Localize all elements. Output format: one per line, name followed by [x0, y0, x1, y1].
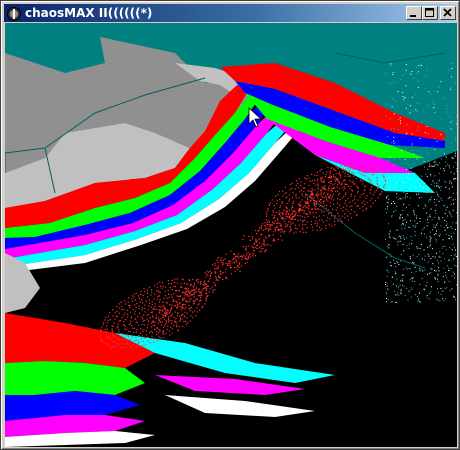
- title-bar[interactable]: chaosMAX II((((((*): [4, 4, 456, 22]
- minimize-icon: [410, 15, 416, 17]
- chaosmax-app-icon[interactable]: [7, 6, 21, 21]
- fractal-image: [5, 23, 457, 447]
- maximize-button[interactable]: [422, 6, 438, 20]
- close-icon: [443, 8, 452, 17]
- main-window: chaosMAX II((((((*): [0, 0, 460, 450]
- close-button[interactable]: [440, 6, 456, 20]
- maximize-icon: [425, 8, 434, 17]
- minimize-button[interactable]: [406, 6, 422, 20]
- window-title: chaosMAX II((((((*): [25, 6, 153, 20]
- fractal-canvas[interactable]: [5, 23, 457, 447]
